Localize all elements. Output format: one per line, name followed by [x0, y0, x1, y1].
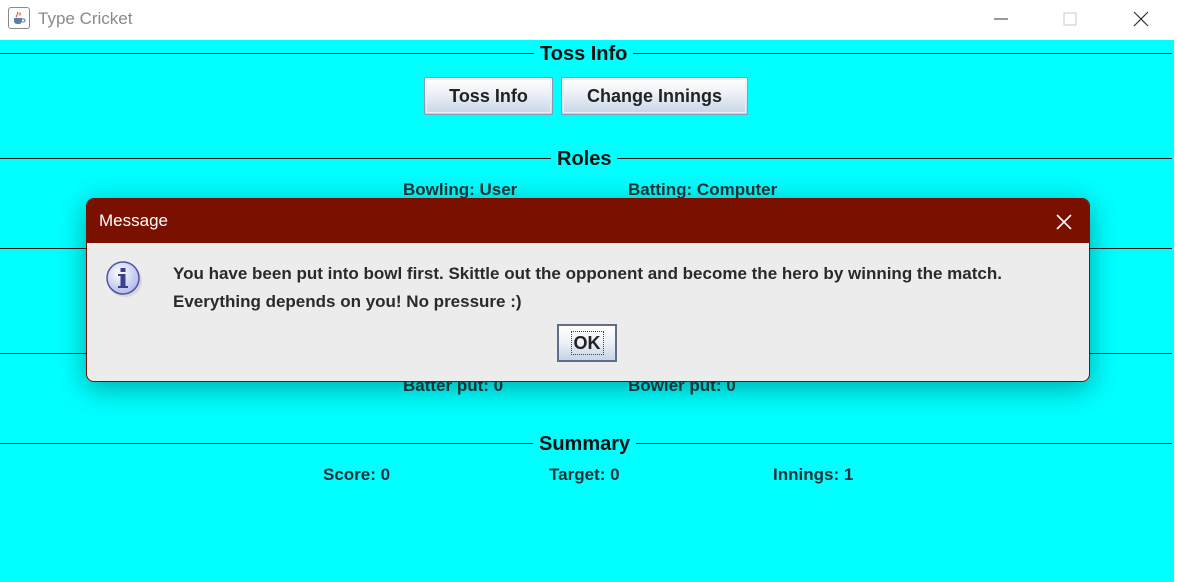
- batting-role-label: Batting: Computer: [628, 180, 778, 199]
- dialog-close-button[interactable]: [1049, 207, 1079, 235]
- dialog-title: Message: [99, 211, 168, 230]
- window-title: Type Cricket: [38, 9, 133, 28]
- toss-section-title: Toss Info: [534, 42, 634, 66]
- close-icon: [1133, 11, 1149, 27]
- info-icon: [106, 261, 142, 297]
- summary-section-title: Summary: [533, 432, 637, 456]
- change-innings-button[interactable]: Change Innings: [561, 77, 748, 115]
- dialog-message: You have been put into bowl first. Skitt…: [173, 260, 1083, 316]
- window-close-button[interactable]: [1118, 0, 1164, 38]
- dialog-message-line: Everything depends on you! No pressure :…: [173, 292, 522, 311]
- maximize-button[interactable]: [1047, 0, 1093, 38]
- java-cup-icon: [8, 7, 30, 29]
- score-label: Score: 0: [323, 465, 391, 484]
- dialog-message-line: You have been put into bowl first. Skitt…: [173, 264, 1002, 283]
- toss-info-button[interactable]: Toss Info: [424, 77, 553, 115]
- close-icon: [1056, 214, 1072, 230]
- roles-section-title: Roles: [551, 147, 618, 171]
- dialog-titlebar: Message: [87, 199, 1089, 243]
- window-titlebar: Type Cricket: [0, 0, 1177, 40]
- message-dialog: Message You have been put into bowl firs…: [86, 198, 1090, 382]
- ok-button[interactable]: OK: [557, 324, 617, 362]
- innings-label: Innings: 1: [773, 465, 854, 484]
- bowling-role-label: Bowling: User: [403, 180, 518, 199]
- target-label: Target: 0: [549, 465, 620, 484]
- minimize-icon: [994, 18, 1008, 20]
- maximize-icon: [1063, 12, 1077, 26]
- ok-button-label: OK: [570, 331, 604, 355]
- minimize-button[interactable]: [978, 0, 1024, 38]
